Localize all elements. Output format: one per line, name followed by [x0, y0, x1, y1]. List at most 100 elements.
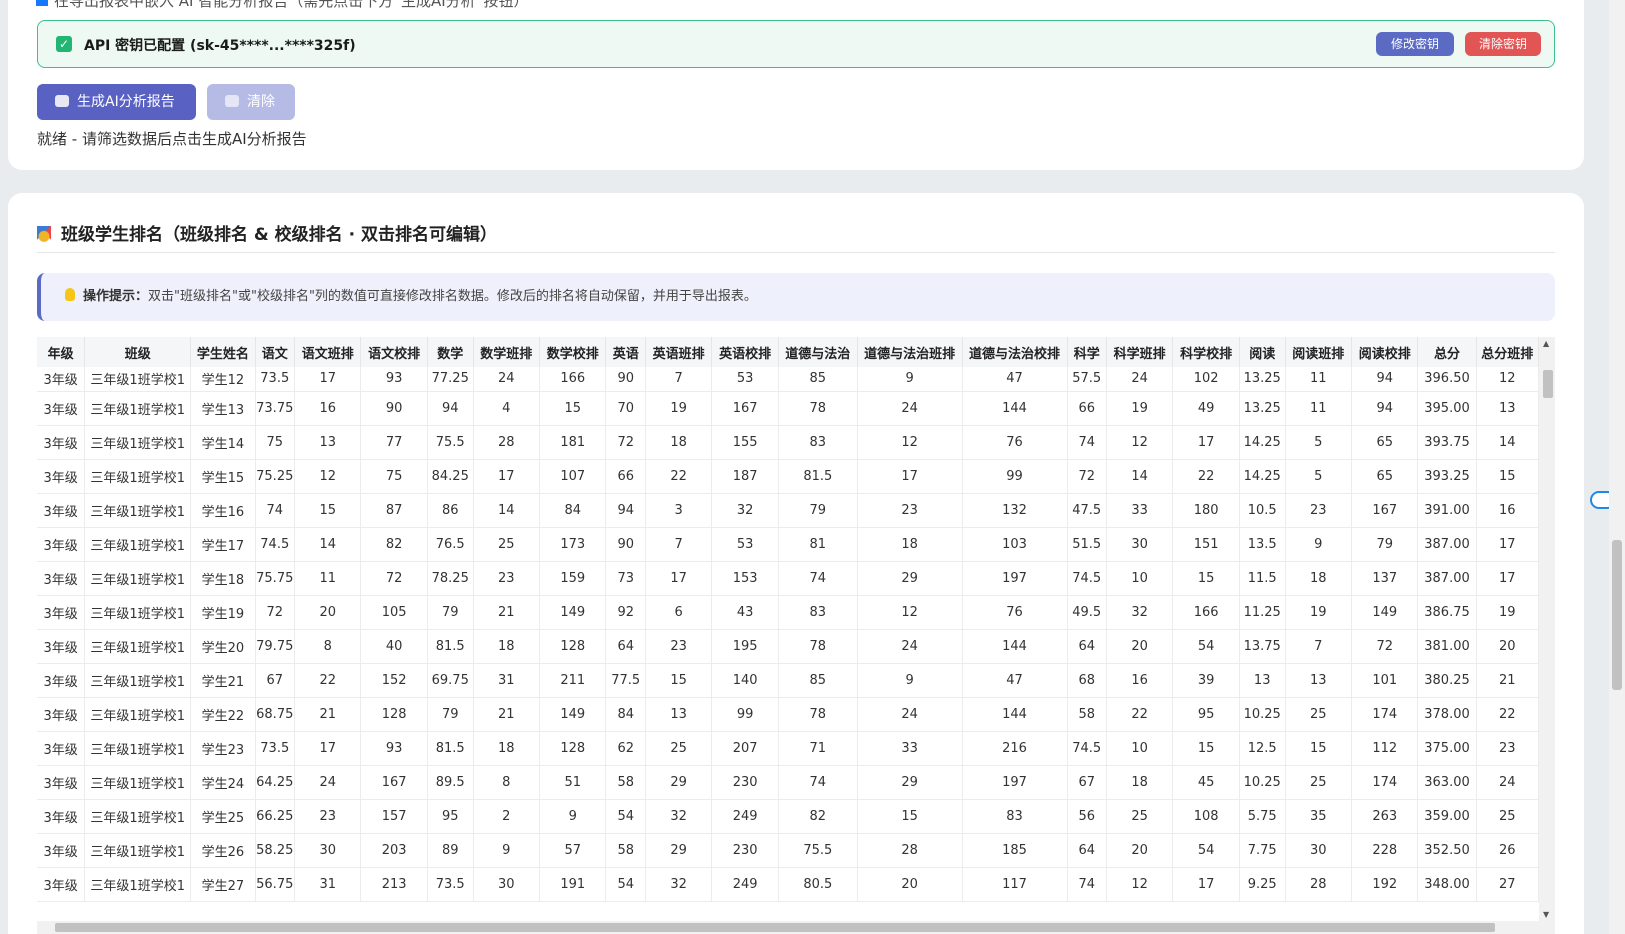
rank-cell[interactable]: 18	[473, 731, 541, 766]
rank-cell[interactable]: 213	[360, 867, 428, 902]
rank-cell[interactable]: 197	[962, 561, 1068, 596]
rank-cell[interactable]: 87	[360, 493, 428, 528]
rank-cell[interactable]: 5	[1285, 459, 1353, 494]
rank-cell[interactable]: 28	[473, 425, 541, 460]
rank-cell[interactable]: 155	[711, 425, 779, 460]
rank-cell[interactable]: 117	[962, 867, 1068, 902]
rank-cell[interactable]: 51	[539, 765, 607, 800]
rank-cell[interactable]: 57	[539, 833, 607, 868]
rank-cell[interactable]: 18	[473, 629, 541, 664]
rank-cell[interactable]: 17	[1476, 527, 1540, 562]
rank-cell[interactable]: 17	[645, 561, 713, 596]
rank-cell[interactable]: 12	[294, 459, 362, 494]
rank-cell[interactable]: 7	[645, 367, 713, 392]
rank-cell[interactable]: 33	[857, 731, 963, 766]
rank-cell[interactable]: 18	[645, 425, 713, 460]
rank-cell[interactable]: 128	[360, 697, 428, 732]
rank-cell[interactable]: 108	[1172, 799, 1240, 834]
rank-cell[interactable]: 11	[294, 561, 362, 596]
rank-cell[interactable]: 9	[1285, 527, 1353, 562]
rank-cell[interactable]: 17	[294, 367, 362, 392]
rank-cell[interactable]: 174	[1351, 765, 1419, 800]
rank-cell[interactable]: 15	[645, 663, 713, 698]
rank-cell[interactable]: 28	[857, 833, 963, 868]
rank-cell[interactable]: 9	[857, 663, 963, 698]
rank-cell[interactable]: 23	[1476, 731, 1540, 766]
rank-cell[interactable]: 12	[1106, 867, 1174, 902]
rank-cell[interactable]: 53	[711, 527, 779, 562]
edit-key-button[interactable]: 修改密钥	[1376, 32, 1454, 56]
scroll-up-icon[interactable]: ▲	[1543, 339, 1549, 348]
rank-cell[interactable]: 197	[962, 765, 1068, 800]
rank-cell[interactable]: 32	[645, 799, 713, 834]
rank-cell[interactable]: 16	[1476, 493, 1540, 528]
rank-cell[interactable]: 151	[1172, 527, 1240, 562]
rank-cell[interactable]: 18	[857, 527, 963, 562]
rank-cell[interactable]: 23	[473, 561, 541, 596]
rank-cell[interactable]: 18	[1285, 561, 1353, 596]
rank-cell[interactable]: 3	[645, 493, 713, 528]
rank-cell[interactable]: 19	[1285, 595, 1353, 630]
rank-cell[interactable]: 263	[1351, 799, 1419, 834]
rank-cell[interactable]: 192	[1351, 867, 1419, 902]
rank-cell[interactable]: 25	[645, 731, 713, 766]
rank-cell[interactable]: 82	[360, 527, 428, 562]
rank-cell[interactable]: 9	[857, 367, 963, 392]
rank-cell[interactable]: 30	[1285, 833, 1353, 868]
rank-cell[interactable]: 40	[360, 629, 428, 664]
rank-cell[interactable]: 65	[1351, 459, 1419, 494]
rank-cell[interactable]: 207	[711, 731, 779, 766]
rank-cell[interactable]: 15	[294, 493, 362, 528]
rank-cell[interactable]: 167	[1351, 493, 1419, 528]
rank-cell[interactable]: 23	[294, 799, 362, 834]
column-header[interactable]: 语文	[255, 337, 295, 367]
rank-cell[interactable]: 195	[711, 629, 779, 664]
rank-cell[interactable]: 216	[962, 731, 1068, 766]
rank-cell[interactable]: 32	[1106, 595, 1174, 630]
column-header[interactable]: 阅读班排	[1285, 337, 1353, 367]
rank-cell[interactable]: 47	[962, 367, 1068, 392]
rank-cell[interactable]: 8	[294, 629, 362, 664]
rank-cell[interactable]: 32	[711, 493, 779, 528]
rank-cell[interactable]: 12	[857, 595, 963, 630]
rank-cell[interactable]: 13	[1476, 391, 1540, 426]
column-header[interactable]: 科学班排	[1106, 337, 1174, 367]
rank-cell[interactable]: 22	[645, 459, 713, 494]
rank-cell[interactable]: 23	[645, 629, 713, 664]
rank-cell[interactable]: 29	[857, 561, 963, 596]
column-header[interactable]: 英语班排	[645, 337, 713, 367]
rank-cell[interactable]: 25	[473, 527, 541, 562]
rank-cell[interactable]: 25	[1106, 799, 1174, 834]
rank-cell[interactable]: 30	[1106, 527, 1174, 562]
rank-cell[interactable]: 20	[1476, 629, 1540, 664]
rank-cell[interactable]: 211	[539, 663, 607, 698]
rank-cell[interactable]: 76	[962, 595, 1068, 630]
rank-cell[interactable]: 24	[857, 391, 963, 426]
rank-cell[interactable]: 14	[473, 493, 541, 528]
rank-cell[interactable]: 15	[857, 799, 963, 834]
rank-cell[interactable]: 249	[711, 799, 779, 834]
rank-cell[interactable]: 180	[1172, 493, 1240, 528]
rank-cell[interactable]: 35	[1285, 799, 1353, 834]
rank-cell[interactable]: 25	[1285, 697, 1353, 732]
rank-cell[interactable]: 94	[1351, 367, 1419, 392]
rank-cell[interactable]: 83	[962, 799, 1068, 834]
rank-cell[interactable]: 6	[645, 595, 713, 630]
rank-cell[interactable]: 128	[539, 629, 607, 664]
rank-cell[interactable]: 5	[1285, 425, 1353, 460]
rank-cell[interactable]: 75	[360, 459, 428, 494]
rank-cell[interactable]: 94	[1351, 391, 1419, 426]
rank-cell[interactable]: 22	[1106, 697, 1174, 732]
rank-cell[interactable]: 24	[857, 697, 963, 732]
rank-cell[interactable]: 28	[1285, 867, 1353, 902]
column-header[interactable]: 数学校排	[539, 337, 607, 367]
rank-cell[interactable]: 14	[1476, 425, 1540, 460]
rank-cell[interactable]: 8	[473, 765, 541, 800]
rank-cell[interactable]: 20	[1106, 833, 1174, 868]
rank-cell[interactable]: 20	[294, 595, 362, 630]
rank-cell[interactable]: 153	[711, 561, 779, 596]
rank-cell[interactable]: 230	[711, 833, 779, 868]
rank-cell[interactable]: 21	[473, 697, 541, 732]
column-header[interactable]: 数学班排	[473, 337, 541, 367]
rank-cell[interactable]: 29	[645, 833, 713, 868]
